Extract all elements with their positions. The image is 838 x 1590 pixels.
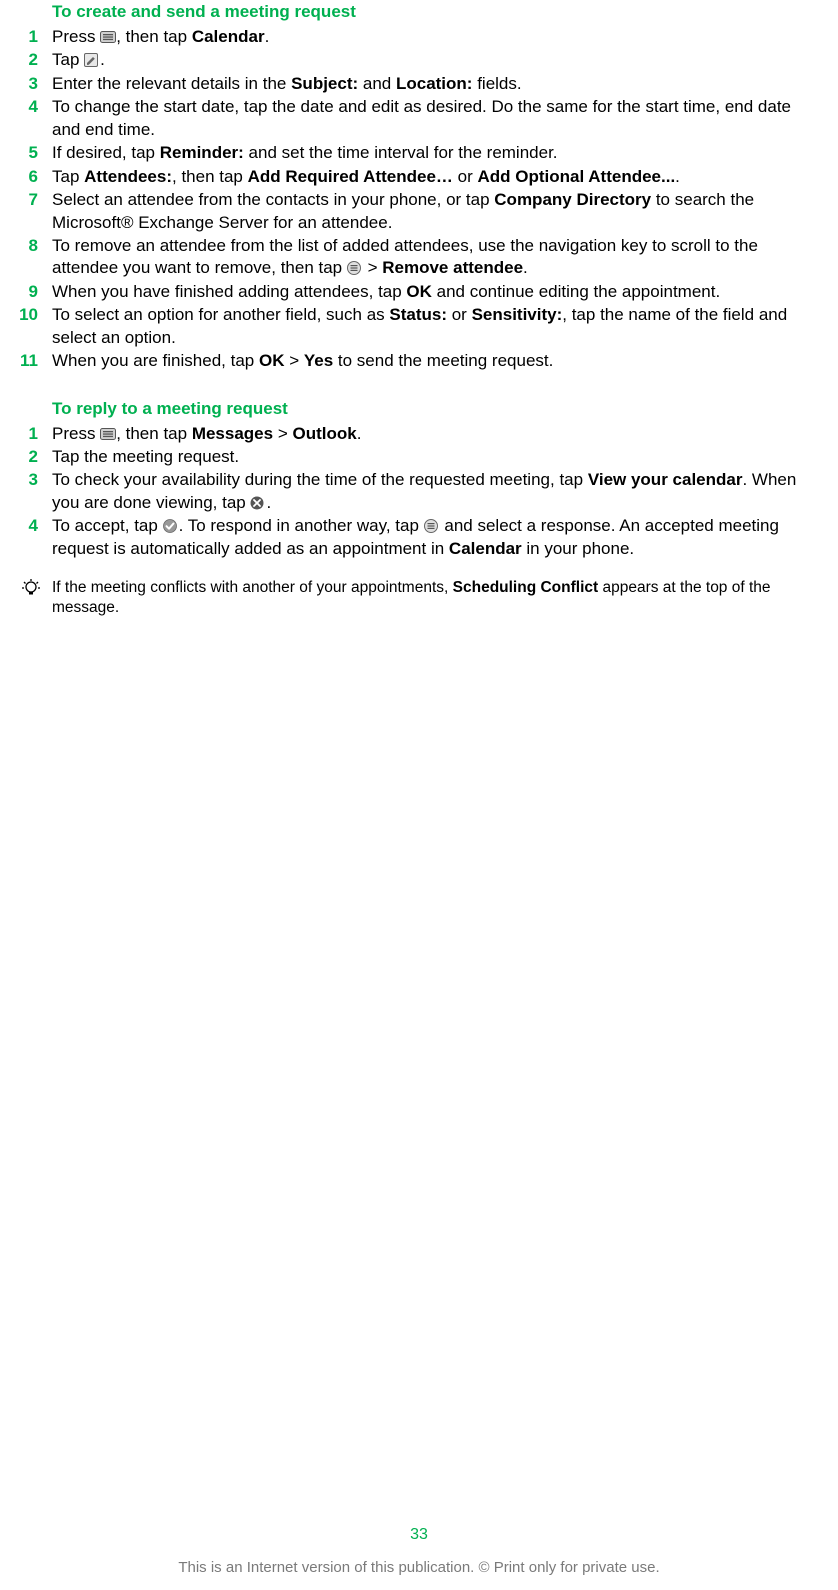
step-text: To change the start date, tap the date a… [52, 96, 818, 141]
step-text: Tap Attendees:, then tap Add Required At… [52, 166, 818, 188]
step-text: Press , then tap Calendar. [52, 26, 818, 48]
step: 10To select an option for another field,… [10, 304, 818, 349]
step-text: If desired, tap Reminder: and set the ti… [52, 142, 818, 164]
step-text: To accept, tap . To respond in another w… [52, 515, 818, 560]
tip-text: If the meeting conflicts with another of… [52, 578, 818, 618]
step: 11When you are finished, tap OK > Yes to… [10, 350, 818, 372]
edit-icon [84, 53, 100, 67]
step: 4To accept, tap . To respond in another … [10, 515, 818, 560]
step: 7Select an attendee from the contacts in… [10, 189, 818, 234]
step-text: When you have finished adding attendees,… [52, 281, 818, 303]
step-number: 4 [10, 515, 52, 537]
step-number: 5 [10, 142, 52, 164]
step-text: Enter the relevant details in the Subjec… [52, 73, 818, 95]
step: 4To change the start date, tap the date … [10, 96, 818, 141]
step: 3Enter the relevant details in the Subje… [10, 73, 818, 95]
step-number: 10 [10, 304, 52, 326]
step-number: 1 [10, 26, 52, 48]
step-text: Select an attendee from the contacts in … [52, 189, 818, 234]
step-number: 6 [10, 166, 52, 188]
step-list-create: 1Press , then tap Calendar.2Tap .3Enter … [10, 26, 818, 373]
step-number: 11 [10, 350, 52, 372]
step: 2Tap . [10, 49, 818, 71]
section-heading-reply: To reply to a meeting request [52, 399, 818, 419]
step: 8To remove an attendee from the list of … [10, 235, 818, 280]
step: 5If desired, tap Reminder: and set the t… [10, 142, 818, 164]
page-number: 33 [0, 1526, 838, 1544]
step-text: Press , then tap Messages > Outlook. [52, 423, 818, 445]
step-number: 3 [10, 73, 52, 95]
section-heading-create: To create and send a meeting request [52, 2, 818, 22]
step-number: 2 [10, 446, 52, 468]
step-number: 3 [10, 469, 52, 491]
accept-icon [163, 519, 179, 533]
step-number: 9 [10, 281, 52, 303]
step: 3To check your availability during the t… [10, 469, 818, 514]
tip-icon [10, 578, 52, 602]
footer-text: This is an Internet version of this publ… [0, 1559, 838, 1576]
step: 1Press , then tap Calendar. [10, 26, 818, 48]
page-content: To create and send a meeting request 1Pr… [0, 0, 838, 618]
step: 6Tap Attendees:, then tap Add Required A… [10, 166, 818, 188]
step-number: 2 [10, 49, 52, 71]
list-menu-icon [424, 519, 440, 533]
step-text: Tap . [52, 49, 818, 71]
menu-key-icon [100, 30, 116, 44]
step-number: 8 [10, 235, 52, 257]
list-menu-icon [347, 261, 363, 275]
step: 1Press , then tap Messages > Outlook. [10, 423, 818, 445]
step-number: 1 [10, 423, 52, 445]
step-text: To check your availability during the ti… [52, 469, 818, 514]
menu-key-icon [100, 427, 116, 441]
step-text: To select an option for another field, s… [52, 304, 818, 349]
close-icon [250, 496, 266, 510]
step-text: When you are finished, tap OK > Yes to s… [52, 350, 818, 372]
step-number: 7 [10, 189, 52, 211]
tip-note: If the meeting conflicts with another of… [10, 578, 818, 618]
step-number: 4 [10, 96, 52, 118]
step-text: To remove an attendee from the list of a… [52, 235, 818, 280]
step: 2Tap the meeting request. [10, 446, 818, 468]
step-list-reply: 1Press , then tap Messages > Outlook.2Ta… [10, 423, 818, 561]
step-text: Tap the meeting request. [52, 446, 818, 468]
step: 9When you have finished adding attendees… [10, 281, 818, 303]
